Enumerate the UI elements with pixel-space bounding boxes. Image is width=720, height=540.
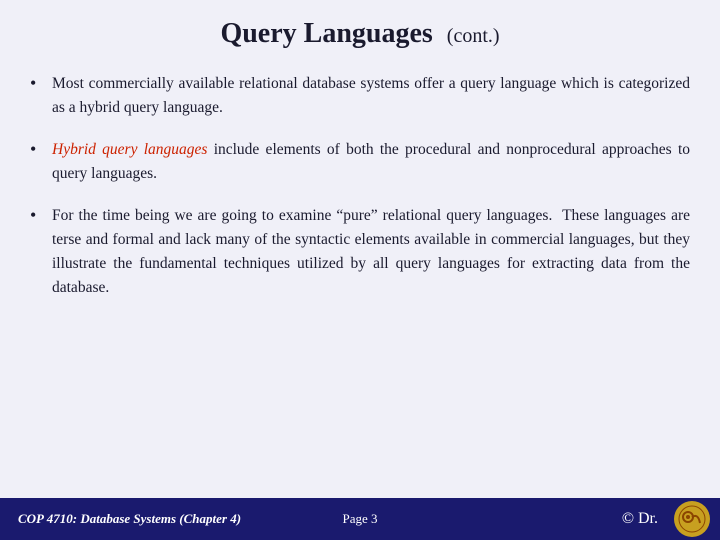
footer: COP 4710: Database Systems (Chapter 4) P… (0, 498, 720, 540)
footer-copyright: © Dr. (622, 510, 658, 528)
bullet-section-2: • Hybrid query languages include element… (30, 138, 690, 186)
footer-page: Page 3 (342, 511, 377, 527)
slide-content: Query Languages (cont.) • Most commercia… (0, 0, 720, 498)
bullet-section-3: • For the time being we are going to exa… (30, 204, 690, 300)
bullet-section-1: • Most commercially available relational… (30, 72, 690, 120)
bullet-icon-1: • (30, 73, 52, 94)
title-sub: (cont.) (447, 25, 500, 47)
title-main: Query Languages (220, 18, 432, 49)
slide-title: Query Languages (cont.) (30, 18, 690, 50)
bullet-text-3: For the time being we are going to exami… (52, 204, 690, 300)
logo-svg (678, 505, 706, 533)
hybrid-highlight: Hybrid query languages (52, 141, 207, 158)
bullet-icon-3: • (30, 205, 52, 226)
logo-icon (674, 501, 710, 537)
slide: Query Languages (cont.) • Most commercia… (0, 0, 720, 540)
footer-course: COP 4710: Database Systems (Chapter 4) (18, 511, 241, 527)
bullet-text-2: Hybrid query languages include elements … (52, 138, 690, 186)
bullet-text-1: Most commercially available relational d… (52, 72, 690, 120)
bullet-icon-2: • (30, 139, 52, 160)
